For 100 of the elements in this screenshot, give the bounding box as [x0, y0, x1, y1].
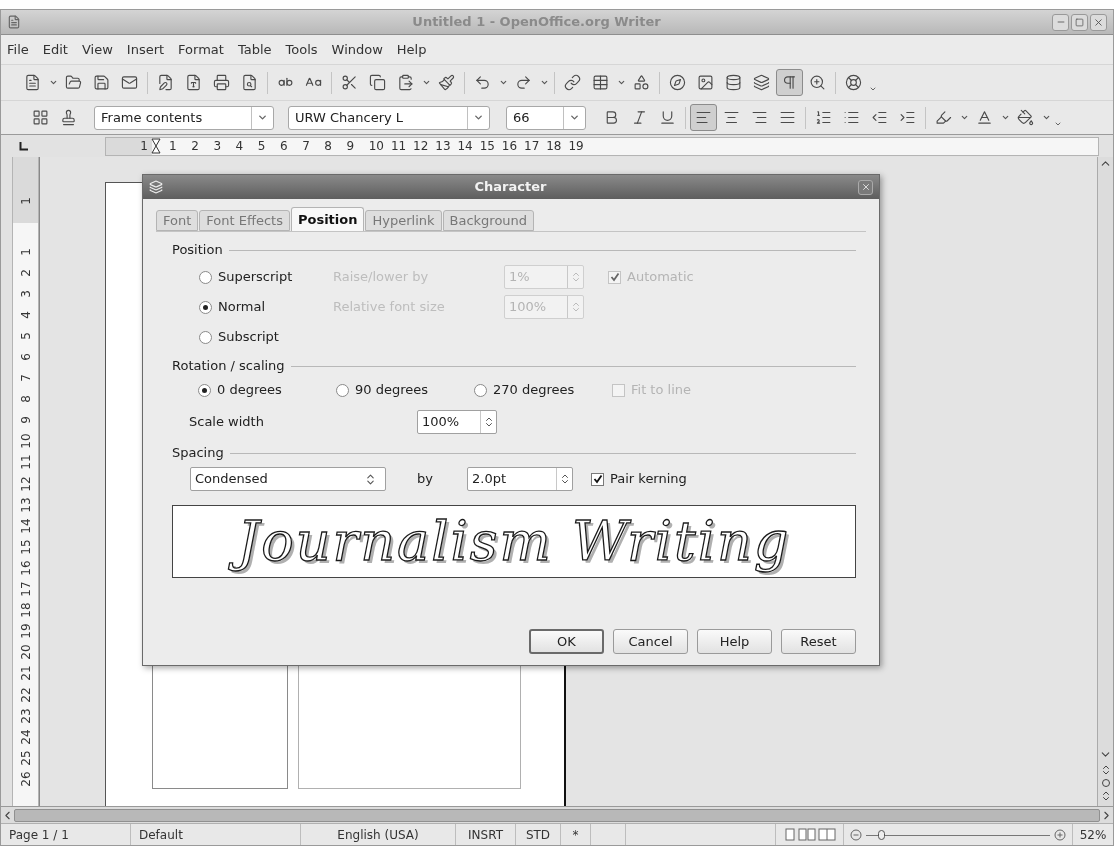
- align-left-button[interactable]: [690, 104, 717, 131]
- dialog-app-icon: [149, 180, 163, 194]
- copy-icon: [369, 74, 386, 91]
- envelope-icon: [121, 74, 138, 91]
- caret-icon: [473, 112, 484, 123]
- indent-icon: [899, 109, 916, 126]
- font-name-combo[interactable]: URW Chancery L: [288, 105, 490, 130]
- checkbox-label: Pair kerning: [610, 470, 687, 489]
- ruler-number: 6: [279, 138, 289, 155]
- ruler-number: 15: [479, 138, 496, 155]
- font-size-combo[interactable]: 66: [506, 105, 586, 130]
- folder-icon: [65, 74, 82, 91]
- ruler-number: 17: [18, 581, 33, 597]
- maximize-icon: [1075, 17, 1084, 27]
- checkbox[interactable]: [591, 472, 604, 486]
- dialog-close-button[interactable]: [858, 179, 873, 195]
- menu-item[interactable]: Tools: [285, 39, 318, 60]
- zoom-slider-track[interactable]: [866, 828, 1050, 841]
- caret-icon: [48, 78, 58, 87]
- scrollbar-thumb[interactable]: [14, 808, 1100, 822]
- ruler-number: 18: [546, 138, 563, 155]
- spacing-value-field[interactable]: 2.0pt: [467, 467, 573, 491]
- scale-width-field[interactable]: 100%: [417, 410, 497, 434]
- zoom-slider-thumb[interactable]: [877, 829, 885, 840]
- caret-icon: [539, 78, 549, 87]
- menu-item[interactable]: Help: [396, 39, 427, 60]
- highlighter-icon: [935, 109, 952, 126]
- close-icon: [860, 182, 871, 192]
- status-text: Default: [139, 826, 183, 844]
- dialog-tab[interactable]: Position: [290, 207, 365, 231]
- pilcrow-button[interactable]: [776, 69, 803, 96]
- ruler-number: 2: [191, 138, 200, 155]
- close-icon: [1093, 16, 1104, 28]
- ruler-number: 24: [18, 729, 33, 745]
- ruler-number: 5: [257, 138, 267, 155]
- lifebuoy-icon: [845, 74, 862, 91]
- section-title: Spacing: [172, 444, 224, 463]
- scissors-icon: [341, 74, 358, 91]
- status-text: INSRT: [468, 826, 503, 844]
- preview-text: Journalism Writing: [219, 506, 809, 577]
- two-page-view-icon[interactable]: [797, 828, 816, 841]
- menu-item[interactable]: File: [7, 39, 29, 60]
- checkmark-icon: [592, 474, 603, 484]
- ruler-number: 3: [213, 138, 222, 155]
- zoom-out-icon[interactable]: [850, 828, 862, 841]
- ruler-number: 16: [18, 560, 33, 576]
- single-page-view-icon[interactable]: [783, 828, 796, 841]
- radio-label: 90 degrees: [355, 381, 428, 400]
- ruler-number: 10: [18, 433, 33, 450]
- menu-item[interactable]: Insert: [126, 39, 165, 60]
- ruler-number: 6: [18, 353, 33, 361]
- ruler-number: 14: [457, 138, 474, 155]
- link-icon: [564, 74, 581, 91]
- horizontal-scrollbar[interactable]: [1, 806, 1113, 823]
- paragraph-style-combo[interactable]: Frame contents: [94, 105, 274, 130]
- ruler-number: 7: [18, 374, 33, 382]
- document-icon: [24, 74, 41, 91]
- radio-button[interactable]: [199, 270, 212, 284]
- caret-icon: [959, 113, 969, 122]
- menu-item[interactable]: Format: [178, 39, 224, 60]
- vertical-scrollbar[interactable]: [1097, 157, 1113, 806]
- select-arrows-icon: [364, 472, 377, 486]
- ruler-number: 13: [435, 138, 452, 155]
- ruler-number: 9: [346, 138, 356, 155]
- menu-item[interactable]: View: [81, 39, 113, 60]
- dialog-button[interactable]: Cancel: [613, 629, 688, 654]
- dialog-button[interactable]: OK: [529, 629, 604, 654]
- book-view-icon[interactable]: [817, 828, 836, 841]
- ruler-number: 25: [18, 750, 33, 766]
- radio-button[interactable]: [199, 330, 212, 344]
- database-icon: [725, 74, 742, 91]
- compass-icon: [669, 74, 686, 91]
- ruler-number: 22: [18, 686, 33, 703]
- ruler-number: 26: [18, 771, 33, 787]
- zoom-in-icon[interactable]: [1054, 828, 1066, 841]
- status-text: *: [572, 826, 579, 844]
- radio-button[interactable]: [198, 383, 211, 397]
- ruler-number: 20: [18, 644, 33, 660]
- status-text: Page 1 / 1: [9, 826, 69, 844]
- radio-button[interactable]: [199, 300, 212, 314]
- caret-icon: [569, 112, 580, 123]
- radio-label: Subscript: [218, 328, 279, 347]
- radio-button[interactable]: [336, 383, 349, 397]
- ruler-number: 2: [18, 268, 33, 277]
- ruler-number: 4: [18, 311, 33, 319]
- checkmark-icon: [609, 272, 620, 282]
- ruler-number: 3: [18, 289, 33, 298]
- section-title: Rotation / scaling: [172, 357, 285, 376]
- ruler-number: 16: [501, 138, 519, 155]
- close-button[interactable]: [1090, 13, 1107, 31]
- ruler-number: 11: [18, 454, 33, 471]
- radio-button[interactable]: [474, 383, 487, 397]
- menu-item[interactable]: Edit: [42, 39, 68, 60]
- dialog-button[interactable]: Reset: [781, 629, 856, 654]
- align-center-icon: [723, 109, 740, 126]
- menu-item[interactable]: Window: [331, 39, 383, 60]
- dialog-button[interactable]: Help: [697, 629, 772, 654]
- menu-item[interactable]: Table: [237, 39, 272, 60]
- spacing-mode-select[interactable]: Condensed: [190, 467, 386, 491]
- ruler-number: 23: [18, 707, 33, 724]
